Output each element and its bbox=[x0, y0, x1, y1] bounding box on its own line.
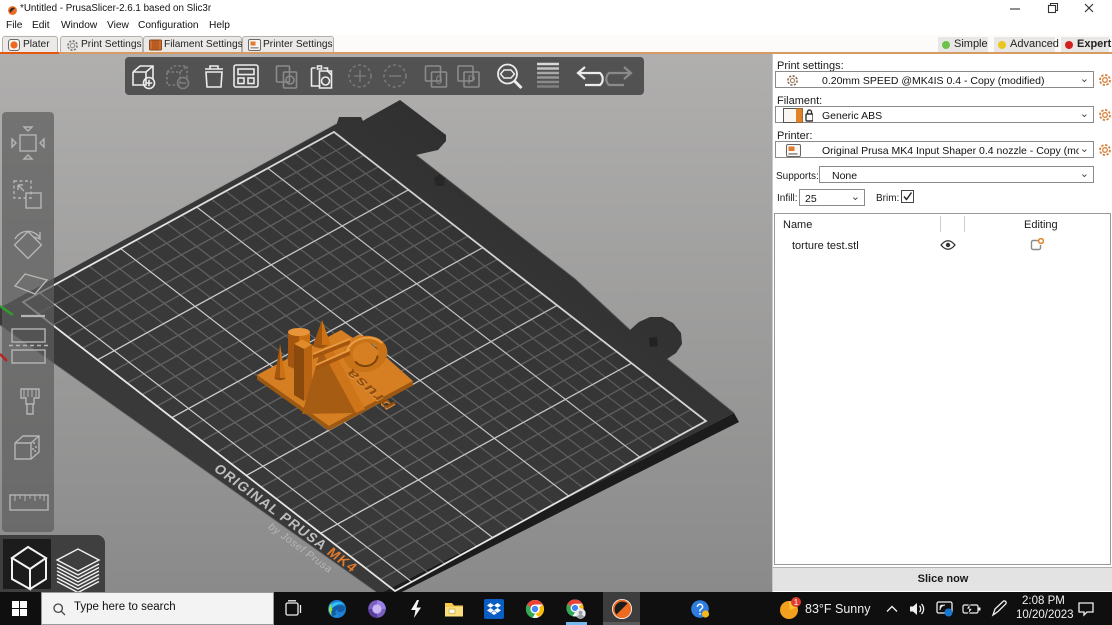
svg-text:1: 1 bbox=[794, 598, 799, 607]
svg-text:0: 0 bbox=[436, 73, 443, 87]
svg-text:P: P bbox=[467, 73, 475, 87]
